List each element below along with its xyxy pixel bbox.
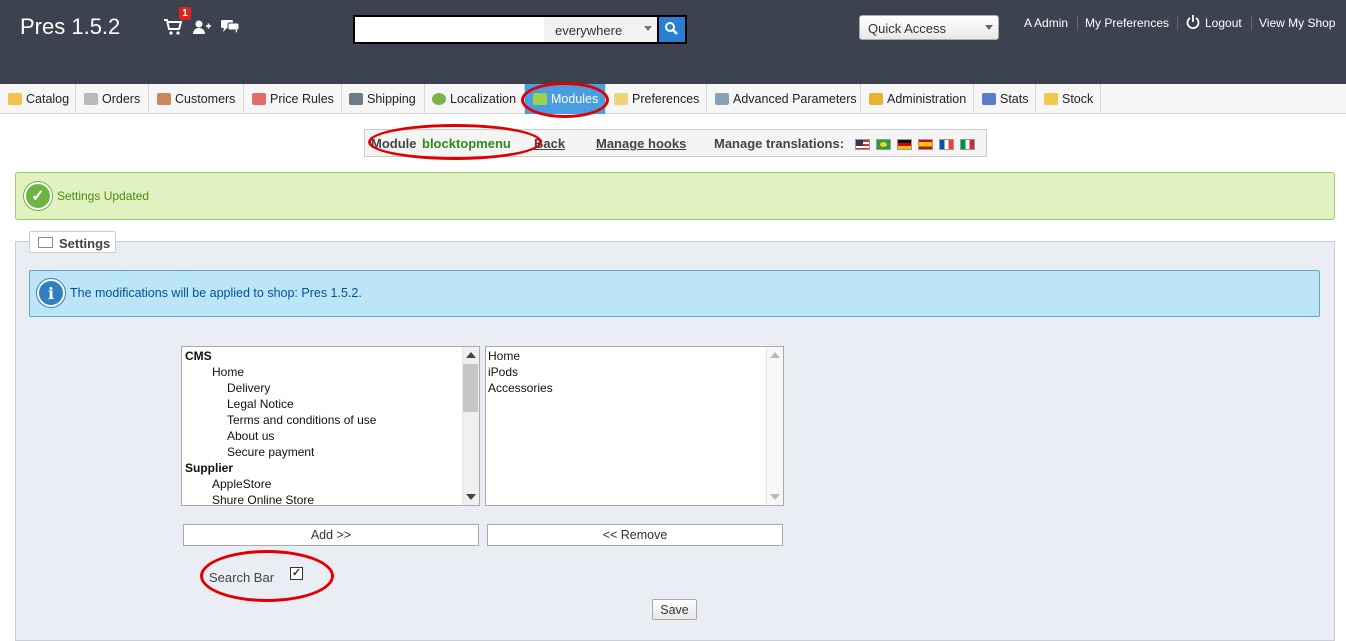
customers-icon[interactable] bbox=[192, 18, 212, 36]
flag-en-icon[interactable] bbox=[855, 139, 870, 150]
tab-catalog[interactable]: Catalog bbox=[0, 84, 76, 114]
info-alert: i The modifications will be applied to s… bbox=[29, 270, 1320, 317]
chevron-down-icon[interactable] bbox=[770, 494, 780, 500]
success-alert: ✓ Settings Updated bbox=[15, 172, 1335, 220]
list-item[interactable]: AppleStore bbox=[212, 477, 271, 493]
manage-hooks-link[interactable]: Manage hooks bbox=[596, 136, 686, 151]
window-icon bbox=[38, 237, 53, 248]
cart-icon[interactable] bbox=[163, 18, 183, 36]
list-item[interactable]: CMS bbox=[185, 349, 212, 365]
main-menu: Catalog Orders Customers Price Rules Shi… bbox=[0, 84, 1346, 114]
bar-chart-icon bbox=[982, 93, 996, 105]
list-item[interactable]: Terms and conditions of use bbox=[227, 413, 376, 429]
flag-br-icon[interactable] bbox=[876, 139, 891, 150]
flag-de-icon[interactable] bbox=[897, 139, 912, 150]
divider bbox=[1251, 16, 1252, 30]
divider bbox=[1077, 16, 1078, 30]
quick-access-select[interactable]: Quick Access bbox=[859, 15, 999, 40]
list-item[interactable]: Supplier bbox=[185, 461, 233, 477]
divider bbox=[1177, 16, 1178, 30]
tab-shipping[interactable]: Shipping bbox=[342, 84, 425, 114]
wrench-icon bbox=[715, 93, 729, 105]
settings-legend: Settings bbox=[29, 231, 116, 253]
cart-icon bbox=[84, 93, 98, 105]
search-scope-select[interactable]: everywhere bbox=[544, 15, 657, 44]
my-preferences-link[interactable]: My Preferences bbox=[1085, 16, 1169, 30]
list-item[interactable]: iPods bbox=[488, 365, 518, 381]
truck-icon bbox=[349, 93, 363, 105]
tab-price-rules[interactable]: Price Rules bbox=[244, 84, 342, 114]
list-item[interactable]: Home bbox=[212, 365, 244, 381]
save-button[interactable]: Save bbox=[652, 599, 697, 620]
tab-customers[interactable]: Customers bbox=[149, 84, 244, 114]
tab-preferences[interactable]: Preferences bbox=[606, 84, 707, 114]
search-icon bbox=[665, 22, 678, 35]
folder-icon bbox=[8, 93, 22, 105]
list-item[interactable]: About us bbox=[227, 429, 274, 445]
list-item[interactable]: Home bbox=[488, 349, 520, 365]
annotation-circle-search-bar bbox=[200, 550, 334, 602]
box-icon bbox=[1044, 93, 1058, 105]
chevron-down-icon bbox=[644, 26, 652, 31]
selected-items-list[interactable]: Home iPods Accessories bbox=[485, 346, 784, 506]
list-item[interactable]: Accessories bbox=[488, 381, 553, 397]
search-button[interactable] bbox=[657, 15, 687, 44]
remove-button[interactable]: << Remove bbox=[487, 524, 783, 546]
chevron-up-icon[interactable] bbox=[770, 352, 780, 358]
list-item[interactable]: Shure Online Store bbox=[212, 493, 314, 505]
flag-es-icon[interactable] bbox=[918, 139, 933, 150]
customer-icon bbox=[157, 93, 171, 105]
admin-link[interactable]: A Admin bbox=[1024, 16, 1068, 30]
search-input[interactable] bbox=[353, 15, 544, 44]
annotation-circle-module-name bbox=[368, 124, 542, 160]
tab-administration[interactable]: Administration bbox=[861, 84, 974, 114]
globe-icon bbox=[432, 93, 446, 105]
list-item[interactable]: Secure payment bbox=[227, 445, 314, 461]
tab-stats[interactable]: Stats bbox=[974, 84, 1036, 114]
shop-title: Pres 1.5.2 bbox=[20, 14, 121, 39]
scrollbar[interactable] bbox=[766, 347, 783, 505]
list-item[interactable]: Legal Notice bbox=[227, 397, 294, 413]
tab-localization[interactable]: Localization bbox=[425, 84, 525, 114]
chevron-up-icon[interactable] bbox=[466, 352, 476, 358]
view-my-shop-link[interactable]: View My Shop bbox=[1259, 16, 1335, 30]
scrollbar[interactable] bbox=[462, 347, 479, 505]
logout-link[interactable]: Logout bbox=[1205, 16, 1242, 30]
flag-it-icon[interactable] bbox=[960, 139, 975, 150]
list-item[interactable]: Delivery bbox=[227, 381, 270, 397]
orders-badge: 1 bbox=[179, 7, 191, 20]
available-items-list[interactable]: CMS Home Delivery Legal Notice Terms and con… bbox=[181, 346, 480, 506]
checkmark-icon: ✓ bbox=[24, 182, 52, 210]
header-bar: Pres 1.5.2 1 everywhere Quick Access A A… bbox=[0, 0, 1346, 84]
tab-orders[interactable]: Orders bbox=[76, 84, 149, 114]
success-message: Settings Updated bbox=[57, 189, 150, 203]
key-icon bbox=[869, 93, 883, 105]
flag-fr-icon[interactable] bbox=[939, 139, 954, 150]
messages-icon[interactable] bbox=[220, 18, 240, 36]
add-button[interactable]: Add >> bbox=[183, 524, 479, 546]
info-icon: i bbox=[37, 279, 65, 307]
power-icon[interactable] bbox=[1186, 14, 1200, 33]
manage-translations-label: Manage translations: bbox=[714, 136, 845, 151]
tab-stock[interactable]: Stock bbox=[1036, 84, 1101, 114]
chevron-down-icon[interactable] bbox=[466, 494, 476, 500]
annotation-circle-modules bbox=[521, 82, 609, 118]
price-tag-icon bbox=[252, 93, 266, 105]
scrollbar-thumb[interactable] bbox=[463, 364, 478, 412]
preferences-icon bbox=[614, 93, 628, 105]
info-message: The modifications will be applied to sho… bbox=[70, 286, 362, 300]
tab-advanced-parameters[interactable]: Advanced Parameters bbox=[707, 84, 861, 114]
chevron-down-icon bbox=[985, 25, 993, 30]
